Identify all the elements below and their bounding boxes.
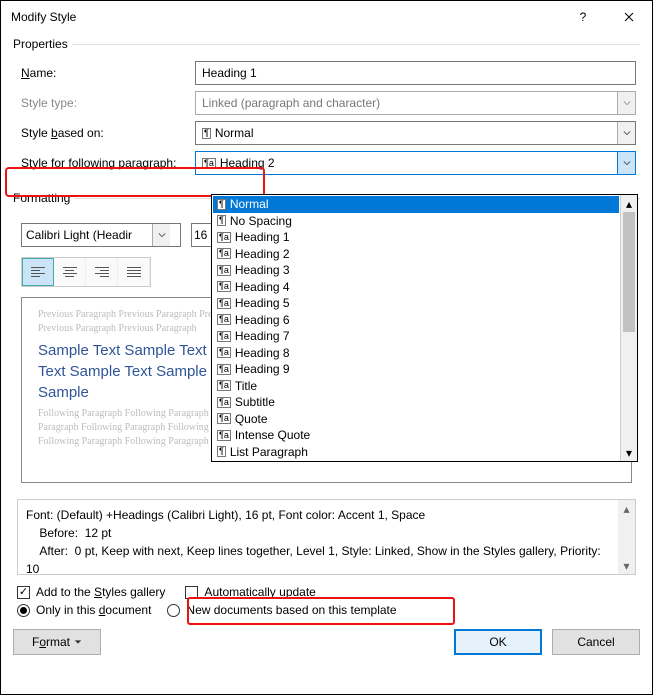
dropdown-item[interactable]: Heading 4 (213, 279, 619, 296)
dropdown-item-label: Heading 6 (235, 313, 290, 327)
scroll-up-icon[interactable]: ▴ (618, 500, 635, 517)
dropdown-item[interactable]: Heading 3 (213, 262, 619, 279)
name-input[interactable] (195, 61, 636, 85)
desc-line: Before: 12 pt (26, 524, 614, 542)
window-title: Modify Style (11, 10, 560, 24)
titlebar: Modify Style ? (1, 1, 652, 33)
align-justify-button[interactable] (118, 258, 150, 286)
paragraph-icon (217, 380, 231, 391)
dropdown-item[interactable]: Intense Quote (213, 427, 619, 444)
paragraph-icon (217, 397, 231, 408)
dropdown-item-label: No Spacing (230, 214, 292, 228)
dropdown-item[interactable]: No Spacing (213, 213, 619, 230)
dropdown-item[interactable]: Title (213, 378, 619, 395)
paragraph-icon (217, 364, 231, 375)
paragraph-icon (217, 215, 226, 226)
basedon-combo[interactable]: Normal (195, 121, 636, 145)
dropdown-item-label: Quote (235, 412, 268, 426)
chevron-down-icon[interactable] (617, 122, 635, 144)
dropdown-item[interactable]: Subtitle (213, 394, 619, 411)
dropdown-item-label: Title (235, 379, 257, 393)
properties-group: Properties NName:ame: Style type: Linked… (13, 37, 640, 185)
chevron-down-icon[interactable] (152, 224, 170, 246)
font-input[interactable] (22, 224, 152, 246)
dropdown-item-label: Heading 1 (235, 230, 290, 244)
paragraph-icon (217, 281, 231, 292)
dropdown-item-label: Heading 2 (235, 247, 290, 261)
dropdown-item[interactable]: Heading 1 (213, 229, 619, 246)
align-right-button[interactable] (86, 258, 118, 286)
dropdown-item-label: Heading 7 (235, 329, 290, 343)
cancel-button[interactable]: Cancel (552, 629, 640, 655)
help-button[interactable]: ? (560, 1, 606, 33)
new-docs-template-radio[interactable]: New documents based on this template (167, 603, 396, 617)
paragraph-icon (217, 314, 231, 325)
styletype-label: Style type: (17, 96, 195, 110)
auto-update-checkbox[interactable]: Automatically update (185, 585, 315, 599)
following-label: Style for following paragraph: (17, 156, 195, 170)
paragraph-icon (217, 199, 226, 210)
dropdown-item[interactable]: Heading 8 (213, 345, 619, 362)
dropdown-item[interactable]: Heading 2 (213, 246, 619, 263)
font-combo[interactable] (21, 223, 181, 247)
dropdown-item[interactable]: List Paragraph (213, 444, 619, 461)
dropdown-item[interactable]: Heading 5 (213, 295, 619, 312)
paragraph-icon (217, 430, 231, 441)
scroll-up-icon[interactable]: ▴ (621, 195, 637, 212)
paragraph-icon (217, 265, 231, 276)
desc-scrollbar[interactable]: ▴ ▾ (618, 500, 635, 574)
dropdown-item[interactable]: Heading 9 (213, 361, 619, 378)
dropdown-item[interactable]: Normal (213, 196, 619, 213)
paragraph-icon (217, 248, 231, 259)
styles-gallery-checkbox[interactable]: ✓ Add to the Styles gallery (17, 585, 165, 599)
paragraph-icon (217, 446, 226, 457)
paragraph-icon (217, 331, 231, 342)
dropdown-item-label: Heading 3 (235, 263, 290, 277)
paragraph-icon (202, 128, 211, 139)
dropdown-scrollbar[interactable]: ▴ ▾ (620, 195, 637, 461)
dropdown-item-label: Subtitle (235, 395, 275, 409)
scroll-down-icon[interactable]: ▾ (621, 444, 637, 461)
paragraph-icon (217, 232, 231, 243)
following-dropdown[interactable]: Normal No Spacing Heading 1 Heading 2 Headin… (211, 194, 638, 462)
align-left-button[interactable] (22, 258, 54, 286)
basedon-label: Style based on: (17, 126, 195, 140)
size-input[interactable] (192, 224, 212, 246)
paragraph-icon (217, 347, 231, 358)
chevron-down-icon (617, 92, 635, 114)
scroll-down-icon[interactable]: ▾ (618, 557, 635, 574)
properties-legend: Properties (13, 37, 72, 51)
formatting-legend: Formatting (13, 191, 74, 205)
align-center-button[interactable] (54, 258, 86, 286)
dropdown-item[interactable]: Heading 6 (213, 312, 619, 329)
only-this-doc-radio[interactable]: Only in this document (17, 603, 151, 617)
dropdown-item[interactable]: Quote (213, 411, 619, 428)
format-button[interactable]: Format (13, 629, 101, 655)
dropdown-item-label: Heading 4 (235, 280, 290, 294)
dropdown-item-label: Normal (230, 197, 269, 211)
dropdown-item-label: List Paragraph (230, 445, 308, 459)
following-combo[interactable]: Heading 2 (195, 151, 636, 175)
dropdown-item[interactable]: Heading 7 (213, 328, 619, 345)
name-label: NName:ame: (17, 66, 195, 80)
desc-line: Font: (Default) +Headings (Calibri Light… (26, 506, 614, 524)
paragraph-icon (202, 158, 216, 169)
paragraph-icon (217, 413, 231, 424)
ok-button[interactable]: OK (454, 629, 542, 655)
dropdown-item-label: Intense Quote (235, 428, 310, 442)
styletype-combo: Linked (paragraph and character) (195, 91, 636, 115)
close-icon (624, 12, 634, 22)
desc-line: After: 0 pt, Keep with next, Keep lines … (26, 542, 614, 578)
paragraph-icon (217, 298, 231, 309)
dropdown-item-label: Heading 8 (235, 346, 290, 360)
dropdown-item-label: Heading 5 (235, 296, 290, 310)
dropdown-item-label: Heading 9 (235, 362, 290, 376)
align-toolbar (21, 257, 151, 287)
description-box: Font: (Default) +Headings (Calibri Light… (17, 499, 636, 575)
close-button[interactable] (606, 1, 652, 33)
chevron-down-icon (74, 638, 82, 646)
chevron-down-icon[interactable] (617, 152, 635, 174)
scroll-thumb[interactable] (623, 212, 635, 332)
